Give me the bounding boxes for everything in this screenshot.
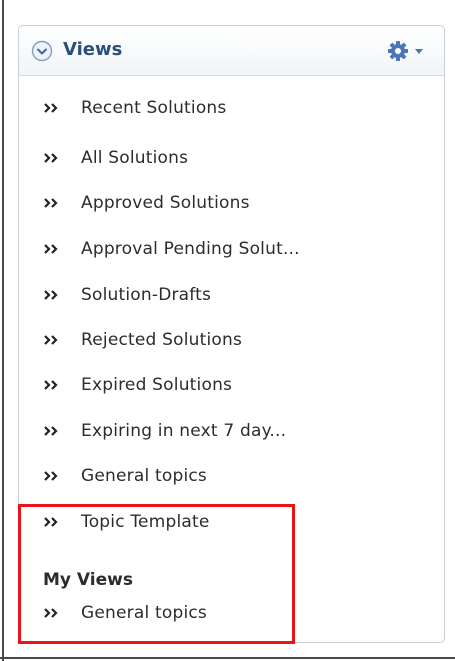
double-chevron-right-icon bbox=[44, 244, 58, 254]
view-item-label: Approved Solutions bbox=[81, 193, 250, 213]
double-chevron-right-icon bbox=[44, 103, 58, 113]
double-chevron-right-icon bbox=[44, 471, 58, 481]
view-item-topic-template[interactable]: Topic Template bbox=[43, 504, 210, 540]
double-chevron-right-icon bbox=[44, 426, 58, 436]
view-item-general-topics[interactable]: General topics bbox=[43, 458, 207, 494]
view-item-label: All Solutions bbox=[81, 148, 189, 168]
view-item-solution-drafts[interactable]: Solution-Drafts bbox=[43, 277, 211, 313]
view-item-label: Solution-Drafts bbox=[81, 285, 212, 305]
view-item-rejected-solutions[interactable]: Rejected Solutions bbox=[43, 322, 242, 358]
view-item-all-solutions[interactable]: All Solutions bbox=[43, 140, 188, 176]
double-chevron-right-icon bbox=[44, 380, 58, 390]
double-chevron-right-icon bbox=[44, 608, 58, 618]
settings-gear-icon[interactable] bbox=[384, 38, 428, 64]
view-item-label: General topics bbox=[81, 466, 207, 486]
my-view-item-general-topics[interactable]: General topics bbox=[43, 595, 207, 631]
view-item-label: Recent Solutions bbox=[81, 98, 227, 118]
view-item-label: Approval Pending Solut... bbox=[81, 239, 300, 259]
double-chevron-right-icon bbox=[44, 290, 58, 300]
my-views-heading: My Views bbox=[43, 570, 133, 590]
view-item-label: Topic Template bbox=[81, 512, 210, 532]
view-item-approved-solutions[interactable]: Approved Solutions bbox=[43, 185, 250, 221]
view-item-expired-solutions[interactable]: Expired Solutions bbox=[43, 367, 232, 403]
panel-header: Views bbox=[19, 26, 444, 76]
view-item-label: Rejected Solutions bbox=[81, 330, 243, 350]
collapse-chevron-icon[interactable] bbox=[31, 40, 53, 62]
views-panel: Views Recent Solutions All Solutions App… bbox=[18, 25, 445, 643]
double-chevron-right-icon bbox=[44, 153, 58, 163]
double-chevron-right-icon bbox=[44, 517, 58, 527]
view-item-label: Expiring in next 7 day... bbox=[81, 421, 287, 441]
frame-left-edge bbox=[2, 0, 4, 661]
double-chevron-right-icon bbox=[44, 198, 58, 208]
view-item-expiring-next-7-days[interactable]: Expiring in next 7 day... bbox=[43, 413, 286, 449]
view-item-label: Expired Solutions bbox=[81, 375, 233, 395]
frame-bottom-edge bbox=[0, 657, 455, 659]
view-item-approval-pending-solutions[interactable]: Approval Pending Solut... bbox=[43, 231, 300, 267]
panel-title: Views bbox=[63, 39, 123, 60]
view-item-label: General topics bbox=[81, 603, 207, 623]
double-chevron-right-icon bbox=[44, 335, 58, 345]
view-item-recent-solutions[interactable]: Recent Solutions bbox=[43, 90, 226, 126]
